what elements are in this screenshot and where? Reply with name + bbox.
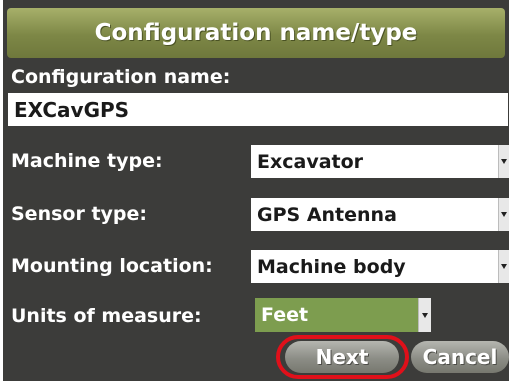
machine-type-label: Machine type:	[11, 150, 163, 172]
configuration-name-input[interactable]: EXCavGPS	[8, 93, 508, 126]
chevron-down-icon[interactable]	[418, 298, 431, 332]
configuration-screen: Configuration name/type Configuration na…	[3, 0, 509, 381]
mounting-location-label: Mounting location:	[11, 255, 213, 277]
units-of-measure-label: Units of measure:	[11, 305, 202, 327]
chevron-down-icon[interactable]	[498, 250, 509, 283]
chevron-down-icon[interactable]	[498, 198, 509, 231]
cancel-button[interactable]: Cancel	[411, 341, 509, 373]
mounting-location-select[interactable]: Machine body	[251, 250, 509, 283]
configuration-name-label: Configuration name:	[11, 66, 231, 88]
chevron-down-icon[interactable]	[498, 145, 509, 178]
sensor-type-value: GPS Antenna	[257, 203, 397, 226]
sensor-type-label: Sensor type:	[11, 203, 147, 225]
units-of-measure-select[interactable]: Feet	[255, 298, 431, 332]
machine-type-value: Excavator	[257, 150, 364, 173]
mounting-location-value: Machine body	[257, 255, 406, 278]
next-button[interactable]: Next	[285, 341, 399, 373]
units-of-measure-value: Feet	[261, 304, 309, 326]
sensor-type-select[interactable]: GPS Antenna	[251, 198, 509, 231]
window-frame: Configuration name/type Configuration na…	[0, 0, 512, 381]
machine-type-select[interactable]: Excavator	[251, 145, 509, 178]
page-title: Configuration name/type	[7, 8, 505, 58]
